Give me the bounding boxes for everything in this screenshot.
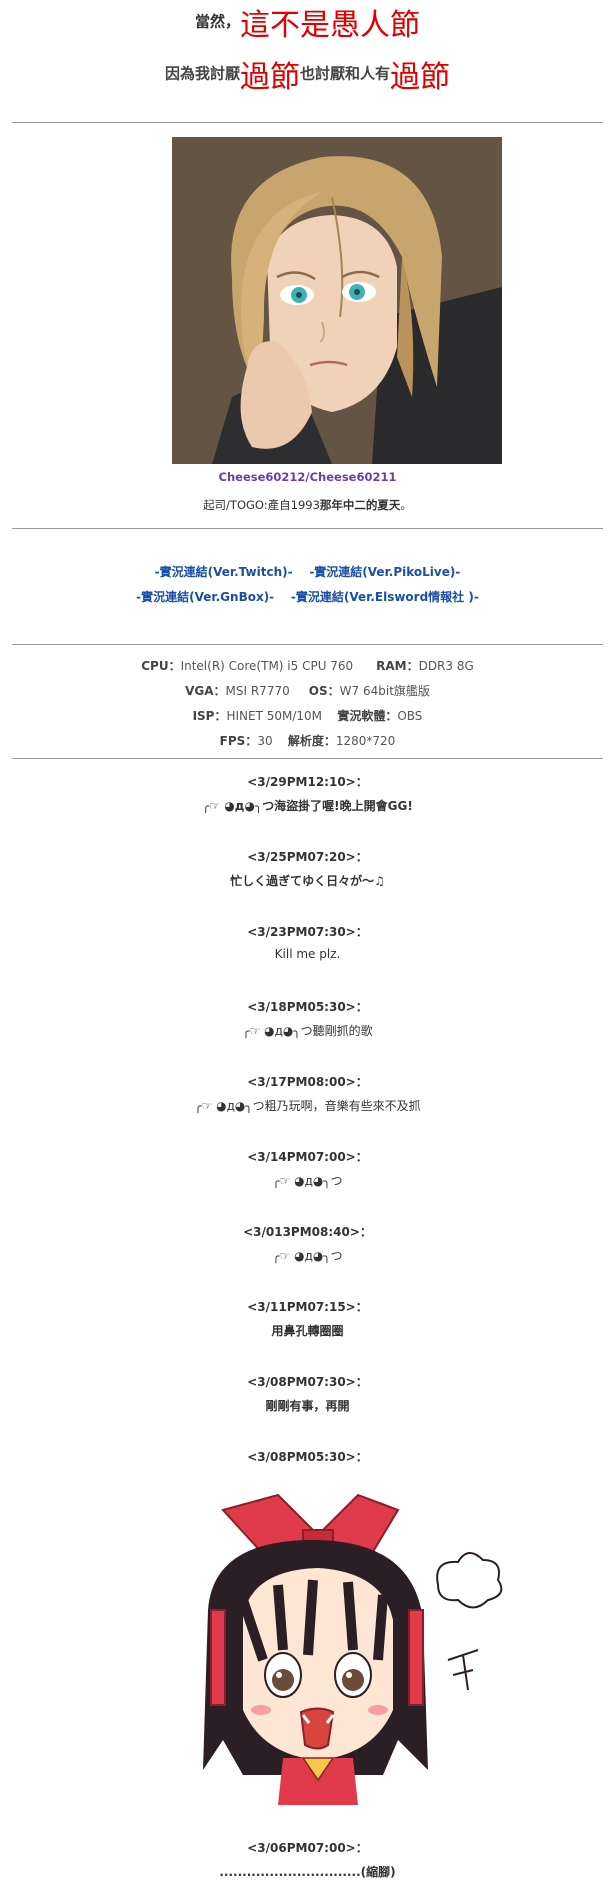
entry-date: <3/23PM07:30>：: [247, 925, 368, 939]
entry-date: <3/18PM05:30>：: [247, 1000, 368, 1014]
chibi-character-image: [203, 1493, 503, 1805]
stream-links-row-1: -實況連結(Ver.Twitch)- -實況連結(Ver.PikoLive)-: [0, 563, 615, 580]
entry-date: <3/25PM07:20>：: [247, 850, 368, 864]
resolution-label: 解析度：: [287, 734, 336, 748]
entry-text: 忙しく過ぎてゆく日々が〜♫: [230, 874, 385, 888]
link-elsword[interactable]: -實況連結(Ver.Elsword情報社 )-: [291, 590, 479, 604]
stream-links-row-2: -實況連結(Ver.GnBox)- -實況連結(Ver.Elsword情報社 )…: [0, 588, 615, 605]
spec-row-1: CPU：Intel(R) Core(TM) i5 CPU 760 RAM：DDR…: [0, 657, 615, 674]
vga-label: VGA：: [185, 684, 226, 698]
divider: [12, 758, 603, 759]
spec-row-4: FPS：30 解析度：1280*720: [0, 732, 615, 749]
profile-desc-bold: 那年中二的夏天: [319, 498, 401, 512]
fps-label: FPS：: [219, 734, 258, 748]
os-label: OS：: [308, 684, 340, 698]
profile-portrait: [172, 137, 502, 464]
cpu-value: Intel(R) Core(TM) i5 CPU 760: [180, 659, 354, 673]
entry-date: <3/11PM07:15>：: [247, 1300, 368, 1314]
entry-text: ╭☞ ◕д◕╮つ聽剛抓的歌: [242, 1024, 373, 1038]
entry-date: <3/08PM07:30>：: [247, 1375, 368, 1389]
header-highlight-2: 過節: [390, 60, 451, 95]
header-line-1: 當然，這不是愚人節: [0, 0, 615, 43]
isp-value: HINET 50M/10M: [226, 709, 323, 723]
profile-description: 起司/TOGO:產自1993那年中二的夏天。: [0, 497, 615, 513]
profile-desc-suffix: 。: [400, 498, 412, 512]
fps-value: 30: [257, 734, 273, 748]
profile-desc-prefix: 起司/TOGO:產自1993: [203, 498, 320, 512]
entry-text: Kill me plz.: [274, 947, 341, 961]
spec-row-2: VGA：MSI R7770 OS：W7 64bit旗艦版: [0, 682, 615, 699]
stream-software-label: 實況軟體：: [337, 709, 398, 723]
ram-label: RAM：: [376, 659, 419, 673]
divider: [12, 122, 603, 123]
entry-text: ╭☞ ◕д◕╮つ: [272, 1174, 343, 1188]
profile-name: Cheese60212/Cheese60211: [218, 470, 397, 484]
entry-text: ╭☞ ◕д◕╮つ海盜掛了喔!晚上開會GG!: [202, 799, 413, 813]
resolution-value: 1280*720: [335, 734, 396, 748]
cpu-label: CPU：: [141, 659, 181, 673]
spec-row-3: ISP：HINET 50M/10M 實況軟體：OBS: [0, 707, 615, 724]
portrait-illustration: [172, 137, 502, 464]
entry-date: <3/08PM05:30>：: [247, 1450, 368, 1464]
entry-date: <3/29PM12:10>：: [247, 775, 368, 789]
entry-text: 用鼻孔轉圈圈: [271, 1324, 344, 1338]
header-text-a: 因為我討厭: [164, 64, 240, 83]
os-value: W7 64bit旗艦版: [339, 684, 430, 698]
entry-date: <3/013PM08:40>：: [243, 1225, 372, 1239]
ram-value: DDR3 8G: [418, 659, 474, 673]
header-prefix: 當然，: [194, 12, 240, 31]
entry-text: ╭☞ ◕д◕╮つ: [272, 1249, 343, 1263]
entry-date: <3/06PM07:00>：: [247, 1841, 368, 1855]
header-highlight-1: 過節: [240, 60, 300, 95]
link-pikolive[interactable]: -實況連結(Ver.PikoLive)-: [309, 565, 460, 579]
reimu-illustration: [183, 1490, 528, 1805]
link-gnbox[interactable]: -實況連結(Ver.GnBox)-: [136, 590, 274, 604]
divider: [12, 528, 603, 529]
divider: [12, 644, 603, 645]
isp-label: ISP：: [192, 709, 227, 723]
stream-software-value: OBS: [397, 709, 423, 723]
header-text-b: 也討厭和人有: [300, 64, 391, 83]
entry-date: <3/17PM08:00>：: [247, 1075, 368, 1089]
link-twitch[interactable]: -實況連結(Ver.Twitch)-: [155, 565, 293, 579]
header-line-2: 因為我討厭過節也討厭和人有過節: [0, 52, 615, 96]
entry-text: ...............................(縮腳): [219, 1865, 396, 1879]
entry-text: ╭☞ ◕д◕╮つ粗乃玩啊，音樂有些來不及抓: [194, 1099, 421, 1113]
entry-text: 剛剛有事，再開: [265, 1399, 350, 1413]
vga-value: MSI R7770: [225, 684, 290, 698]
header-title: 這不是愚人節: [240, 8, 420, 43]
entry-date: <3/14PM07:00>：: [247, 1150, 368, 1164]
